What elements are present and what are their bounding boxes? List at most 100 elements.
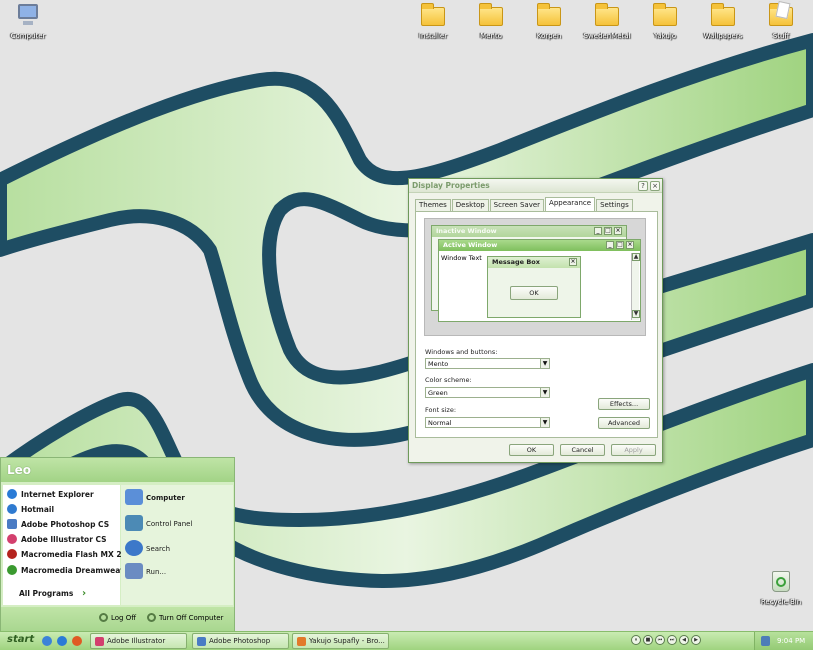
tab-settings[interactable]: Settings [596, 199, 633, 211]
windows-buttons-select[interactable]: Mento ▼ [425, 358, 550, 369]
network-icon[interactable] [761, 636, 770, 646]
start-item-search[interactable]: Search [125, 540, 170, 556]
previous-icon[interactable]: ⏮ [655, 635, 665, 645]
desktop-icon-label: Korpen [536, 32, 562, 40]
all-programs-button[interactable]: All Programs › [19, 588, 86, 599]
close-icon: × [626, 241, 634, 249]
font-size-select[interactable]: Normal ▼ [425, 417, 550, 428]
desktop-folder-swedenmetal[interactable]: SwedenMetal [583, 2, 631, 40]
pause-icon[interactable]: ⏸ [631, 635, 641, 645]
dialog-titlebar[interactable]: Display Properties ? × [409, 179, 662, 193]
tab-screen-saver[interactable]: Screen Saver [489, 199, 545, 211]
scroll-up-icon: ▲ [632, 253, 640, 261]
search-icon [125, 540, 143, 556]
illustrator-icon [95, 637, 104, 646]
stop-icon[interactable]: ■ [643, 635, 653, 645]
preview-message-box: Message Box × OK [487, 256, 581, 318]
start-button[interactable]: start [0, 632, 38, 650]
font-size-label: Font size: [425, 406, 457, 414]
turn-off-button[interactable]: Turn Off Computer [147, 613, 223, 622]
desktop-folder-installer[interactable]: Installer [409, 2, 457, 40]
color-scheme-label: Color scheme: [425, 376, 472, 384]
quicklaunch-desktop-icon[interactable] [42, 636, 52, 646]
folder-icon [419, 2, 447, 28]
log-off-label: Log Off [111, 614, 137, 622]
start-item-label: Search [146, 545, 171, 553]
recycle-bin-icon [767, 568, 795, 594]
key-icon [99, 613, 108, 622]
dialog-title: Display Properties [412, 181, 490, 190]
desktop-folder-korpen[interactable]: Korpen [525, 2, 573, 40]
desktop-icon-label: Stuff [772, 32, 790, 40]
close-button[interactable]: × [650, 181, 660, 191]
close-icon: × [569, 258, 577, 266]
clock[interactable]: 9:04 PM [777, 637, 805, 645]
start-item-flash[interactable]: Macromedia Flash MX 2004 [7, 549, 137, 559]
desktop-folder-mento[interactable]: Mento [467, 2, 515, 40]
start-menu-footer: Log Off Turn Off Computer [1, 607, 234, 631]
rewind-icon[interactable]: ◀ [679, 635, 689, 645]
font-size-value: Normal [428, 419, 452, 427]
desktop-icon-label: Installer [418, 32, 448, 40]
start-item-illustrator[interactable]: Adobe Illustrator CS [7, 534, 107, 544]
desktop-folder-stuff[interactable]: Stuff [757, 0, 805, 40]
start-item-label: Hotmail [21, 505, 55, 514]
help-button[interactable]: ? [638, 181, 648, 191]
tab-desktop[interactable]: Desktop [451, 199, 489, 211]
media-controls: ⏸ ■ ⏮ ⏭ ◀ ▶ [630, 634, 730, 648]
desktop-icon-label: Computer [10, 32, 46, 40]
preview-ok-button: OK [510, 286, 558, 300]
log-off-button[interactable]: Log Off [99, 613, 136, 622]
start-item-hotmail[interactable]: Hotmail [7, 504, 54, 514]
start-menu: Leo Internet Explorer Hotmail Adobe Phot… [0, 457, 235, 631]
desktop-icon-recycle-bin[interactable]: Recycle Bin [757, 568, 805, 606]
folder-icon [593, 2, 621, 28]
tab-themes[interactable]: Themes [415, 199, 451, 211]
next-icon[interactable]: ⏭ [667, 635, 677, 645]
desktop-folder-yakujo[interactable]: Yakujo [641, 2, 689, 40]
start-item-control-panel[interactable]: Control Panel [125, 515, 192, 531]
start-item-computer[interactable]: Computer [125, 489, 185, 505]
advanced-button[interactable]: Advanced [598, 417, 650, 429]
start-item-label: Control Panel [146, 520, 193, 528]
tab-appearance[interactable]: Appearance [545, 197, 596, 211]
taskbar-item-illustrator[interactable]: Adobe Illustrator [90, 633, 187, 649]
chevron-down-icon: ▼ [540, 359, 549, 368]
start-item-photoshop[interactable]: Adobe Photoshop CS [7, 519, 109, 529]
ok-button[interactable]: OK [509, 444, 554, 456]
close-icon: × [614, 227, 622, 235]
chevron-down-icon: ▼ [540, 418, 549, 427]
effects-button[interactable]: Effects... [598, 398, 650, 410]
quicklaunch-media-icon[interactable] [72, 636, 82, 646]
start-item-run[interactable]: Run... [125, 563, 166, 579]
chevron-right-icon: › [81, 588, 87, 599]
folder-icon [535, 2, 563, 28]
apply-button[interactable]: Apply [611, 444, 656, 456]
taskbar-item-browser[interactable]: Yakujo Supafly - Bro... [292, 633, 389, 649]
start-item-internet-explorer[interactable]: Internet Explorer [7, 489, 94, 499]
power-icon [147, 613, 156, 622]
folder-icon [709, 2, 737, 28]
play-icon[interactable]: ▶ [691, 635, 701, 645]
folder-icon [477, 2, 505, 28]
start-menu-pinned: Internet Explorer Hotmail Adobe Photosho… [3, 485, 137, 605]
color-scheme-select[interactable]: Green ▼ [425, 387, 550, 398]
photoshop-icon [7, 519, 17, 529]
desktop-icon-computer[interactable]: Computer [4, 2, 52, 40]
maximize-icon: □ [604, 227, 612, 235]
start-item-dreamweaver[interactable]: Macromedia Dreamweav... [7, 565, 133, 575]
photoshop-icon [197, 637, 206, 646]
cancel-button[interactable]: Cancel [560, 444, 605, 456]
taskbar-item-label: Yakujo Supafly - Bro... [309, 637, 385, 645]
start-menu-places: Computer Control Panel Search Run... [121, 485, 233, 605]
minimize-icon: _ [606, 241, 614, 249]
desktop-folder-wallpapers[interactable]: Wallpapers [699, 2, 747, 40]
control-panel-icon [125, 515, 143, 531]
quicklaunch-ie-icon[interactable] [57, 636, 67, 646]
taskbar-item-photoshop[interactable]: Adobe Photoshop [192, 633, 289, 649]
dreamweaver-icon [7, 565, 17, 575]
preview-active-title: Active Window [443, 241, 498, 249]
computer-icon [125, 489, 143, 505]
preview-inactive-title: Inactive Window [436, 227, 497, 235]
minimize-icon: _ [594, 227, 602, 235]
